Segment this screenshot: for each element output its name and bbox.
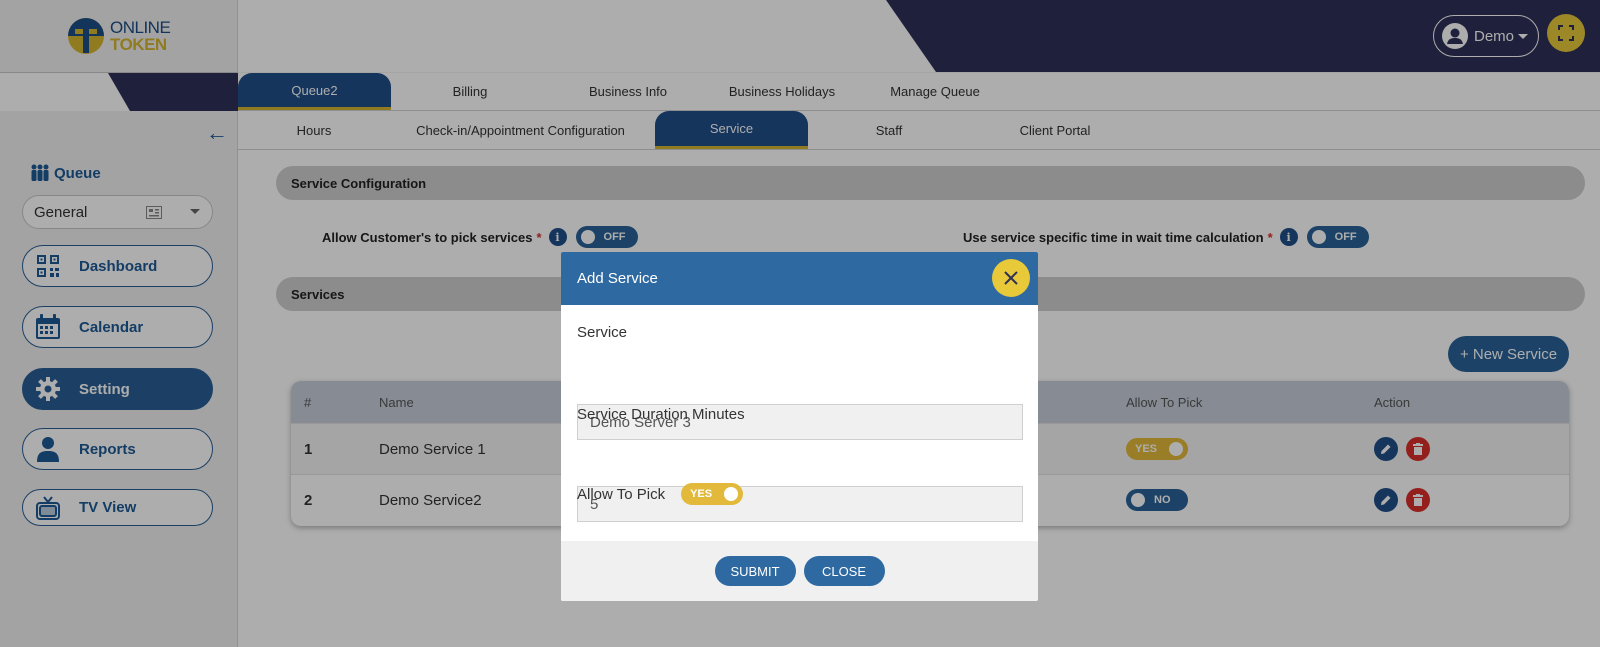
modal-header: Add Service [561,252,1038,305]
toggle-knob [724,487,739,501]
service-field-label: Service [577,324,628,341]
toggle-state: YES [690,488,713,500]
allow-to-pick-toggle[interactable]: YES [681,483,744,505]
close-button[interactable]: CLOSE [803,556,885,586]
close-icon [1004,271,1018,285]
allow-to-pick-row: Allow To Pick YES [577,483,744,505]
modal-close-button[interactable] [992,259,1030,297]
modal-footer: SUBMIT CLOSE [561,541,1038,601]
modal-title: Add Service [577,270,658,287]
submit-button[interactable]: SUBMIT [714,556,796,586]
duration-field-label: Service Duration Minutes [577,406,745,423]
allow-to-pick-label: Allow To Pick [577,485,666,503]
add-service-modal: Add Service Service Service Duration Min… [561,252,1038,601]
modal-body: Service Service Duration Minutes Allow T… [561,305,1038,541]
